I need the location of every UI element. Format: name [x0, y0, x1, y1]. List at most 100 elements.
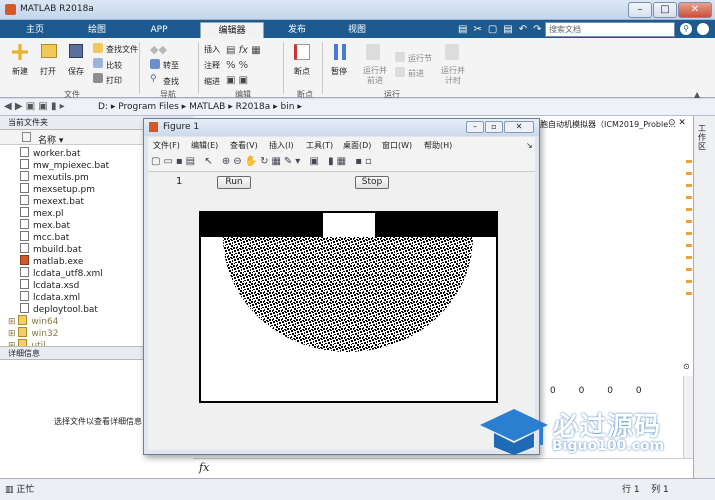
- insert-button[interactable]: 插入: [204, 44, 220, 55]
- menu-insert[interactable]: 插入(I): [269, 140, 294, 151]
- file-icon: [20, 303, 29, 313]
- tab-home[interactable]: 主页: [8, 22, 62, 38]
- file-icon: [20, 231, 29, 241]
- list-item[interactable]: matlab.exe: [20, 255, 83, 267]
- tab-publish[interactable]: 发布: [270, 22, 324, 38]
- indent-button[interactable]: 缩进: [204, 76, 220, 87]
- open-folder-icon[interactable]: [41, 44, 57, 58]
- maximize-button[interactable]: □: [653, 2, 677, 18]
- breakpoints-icon[interactable]: [294, 44, 310, 60]
- figure-logo-icon: [149, 122, 158, 132]
- editor-document-tab[interactable]: 胞自动机模拟器（ICM2019_Proble...: [540, 117, 688, 132]
- figure-maximize-button[interactable]: ▫: [485, 121, 503, 133]
- navigate-arrows-icon[interactable]: ◆◆: [150, 43, 178, 57]
- list-item[interactable]: lcdata.xsd: [20, 279, 79, 291]
- graduation-cap-logo-icon: [480, 409, 548, 455]
- find-button[interactable]: 查找: [163, 76, 179, 87]
- list-item[interactable]: mcc.bat: [20, 231, 69, 243]
- menu-help[interactable]: 帮助(H): [424, 140, 452, 151]
- file-icon: [20, 171, 29, 181]
- list-item[interactable]: mexext.bat: [20, 195, 84, 207]
- new-button[interactable]: 新建: [12, 66, 28, 77]
- list-item[interactable]: mbuild.bat: [20, 243, 82, 255]
- collapse-ribbon-icon[interactable]: ▲: [694, 90, 700, 99]
- list-item[interactable]: mex.pl: [20, 207, 64, 219]
- print-button[interactable]: 打印: [106, 75, 122, 86]
- advance-button[interactable]: 前进: [408, 68, 424, 79]
- goto-button[interactable]: 转至: [163, 60, 179, 71]
- name-column-header[interactable]: 名称 ▾: [38, 133, 63, 146]
- menu-edit[interactable]: 编辑(E): [191, 140, 218, 151]
- details-message: 选择文件以查看详细信息: [54, 417, 142, 426]
- list-item[interactable]: mexsetup.pm: [20, 183, 95, 195]
- workspace-scrollbar[interactable]: [683, 376, 693, 468]
- file-icon: [20, 207, 29, 217]
- figure-title: Figure 1: [163, 122, 200, 132]
- close-button[interactable]: ✕: [678, 2, 712, 18]
- breadcrumb-matlab[interactable]: MATLAB: [189, 102, 225, 112]
- menu-dock-icon[interactable]: ↘: [526, 141, 533, 150]
- noise-semicircle: [223, 237, 473, 352]
- list-item[interactable]: worker.bat: [20, 147, 81, 159]
- breadcrumb-program-files[interactable]: Program Files: [118, 102, 179, 112]
- search-documentation-input[interactable]: 搜索文档: [545, 22, 675, 37]
- workspace-collapsed-strip[interactable]: [693, 116, 715, 478]
- breadcrumb-drive[interactable]: D:: [98, 102, 108, 112]
- notification-icon[interactable]: [697, 23, 709, 35]
- list-item[interactable]: deploytool.bat: [20, 303, 98, 315]
- save-button[interactable]: 保存: [68, 66, 84, 77]
- file-icon: [20, 183, 29, 193]
- breadcrumb[interactable]: D: ▸ Program Files ▸ MATLAB ▸ R2018a ▸ b…: [98, 102, 302, 112]
- file-icon: [20, 291, 29, 301]
- comment-button[interactable]: 注释: [204, 60, 220, 71]
- breakpoints-button[interactable]: 断点: [294, 66, 310, 77]
- save-icon[interactable]: [69, 44, 83, 58]
- menu-view[interactable]: 查看(V): [230, 140, 258, 151]
- file-icon: [20, 243, 29, 253]
- run-button[interactable]: Run: [217, 176, 251, 189]
- menu-file[interactable]: 文件(F): [153, 140, 180, 151]
- goto-icon: [150, 59, 160, 69]
- file-icon: [20, 195, 29, 205]
- menu-tools[interactable]: 工具(T): [306, 140, 333, 151]
- breadcrumb-r2018a[interactable]: R2018a: [236, 102, 271, 112]
- minimize-button[interactable]: –: [628, 2, 652, 18]
- command-window-prompt[interactable]: [193, 458, 693, 478]
- list-item[interactable]: mex.bat: [20, 219, 70, 231]
- editor-menu-icons[interactable]: ⊙ ✕: [668, 118, 686, 128]
- run-and-time-button[interactable]: 运行并 计时: [440, 66, 466, 86]
- code-analyzer-markers[interactable]: [686, 160, 692, 300]
- figure-minimize-button[interactable]: –: [466, 121, 484, 133]
- list-item[interactable]: lcdata.xml: [20, 291, 80, 303]
- figure-toolbar-buttons[interactable]: ▢▭▪▤ ↖ ⊕⊖✋↻▦✎▾ ▣ ▮▦ ▪▫: [151, 156, 375, 167]
- pause-button[interactable]: 暂停: [331, 66, 347, 77]
- open-button[interactable]: 打开: [40, 66, 56, 77]
- find-files-button[interactable]: 查找文件: [106, 44, 138, 55]
- edit-tools-icons[interactable]: ▤ fx ▦% % ▣ ▣: [226, 43, 261, 88]
- figure-close-button[interactable]: ✕: [504, 121, 534, 133]
- nav-back-forward-icons[interactable]: ◀ ▶ ▣ ▣ ▮ ▸: [4, 101, 65, 112]
- breadcrumb-bin[interactable]: bin: [281, 102, 295, 112]
- search-icon[interactable]: ⚲: [680, 23, 692, 35]
- list-item[interactable]: mw_mpiexec.bat: [20, 159, 109, 171]
- run-section-button[interactable]: 运行节: [408, 53, 432, 64]
- menu-desktop[interactable]: 桌面(D): [343, 140, 371, 151]
- tab-editor[interactable]: 编辑器: [200, 22, 264, 38]
- tab-plots[interactable]: 绘图: [70, 22, 124, 38]
- workspace-strip-label[interactable]: 工作区: [698, 124, 710, 151]
- tab-apps[interactable]: APP: [132, 22, 186, 38]
- list-item[interactable]: mexutils.pm: [20, 171, 89, 183]
- iteration-counter: 1: [176, 176, 183, 187]
- ribbon-separator: [283, 42, 284, 94]
- compare-button[interactable]: 比较: [106, 60, 122, 71]
- workspace-collapse-icon[interactable]: ⊙: [683, 362, 690, 371]
- status-bar: [0, 478, 715, 500]
- tab-view[interactable]: 视图: [330, 22, 384, 38]
- list-item[interactable]: ⊞ win64: [8, 315, 58, 327]
- run-advance-button[interactable]: 运行并 前进: [362, 66, 388, 86]
- menu-window[interactable]: 窗口(W): [382, 140, 412, 151]
- list-item[interactable]: ⊞ win32: [8, 327, 58, 339]
- list-item[interactable]: lcdata_utf8.xml: [20, 267, 103, 279]
- pause-icon[interactable]: [332, 44, 348, 60]
- stop-button[interactable]: Stop: [355, 176, 389, 189]
